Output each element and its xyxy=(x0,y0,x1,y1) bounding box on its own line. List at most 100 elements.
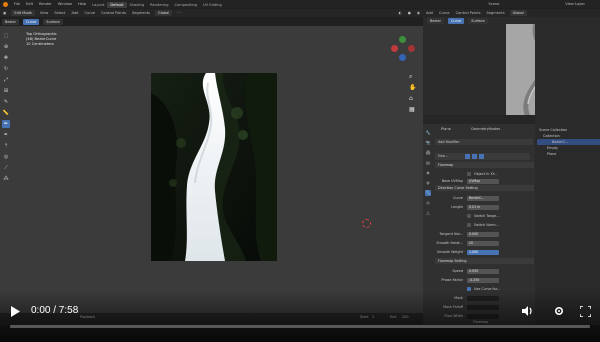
menu-file[interactable]: File xyxy=(11,0,23,8)
randomize-tool-icon[interactable]: ⁂ xyxy=(2,175,10,183)
scale-tool-icon[interactable]: ⤢ xyxy=(2,76,10,84)
rotate-tool-icon[interactable]: ↻ xyxy=(2,65,10,73)
menu-control-points[interactable]: Control Points xyxy=(98,9,129,17)
render-properties-icon[interactable]: 📷 xyxy=(425,140,431,146)
tab-surface[interactable]: Surface xyxy=(43,18,63,25)
ie-tab-bezier[interactable]: Bezier xyxy=(427,18,444,24)
workspace-tab-default[interactable]: Default xyxy=(107,1,127,8)
smooth-iterations-label: Smooth Iterat... xyxy=(436,241,463,245)
switch-normal-checkbox[interactable] xyxy=(467,223,471,227)
menu-window[interactable]: Window xyxy=(55,0,75,8)
switch-tangent-checkbox[interactable] xyxy=(467,214,471,218)
gizmo-z-axis-icon[interactable] xyxy=(399,54,406,61)
collection-label: Collection xyxy=(543,134,560,138)
grid-icon[interactable]: ▦ xyxy=(409,106,416,113)
menu-segments[interactable]: Segments xyxy=(129,9,153,17)
radius-tool-icon[interactable]: ◎ xyxy=(2,153,10,161)
image-editor-segments-menu[interactable]: Segments xyxy=(484,9,508,17)
image-editor[interactable]: Add Curve Control Points Segments Global… xyxy=(423,9,581,121)
output-properties-icon[interactable]: 🖨 xyxy=(425,150,431,156)
draw-curve-tool-icon[interactable]: ✏ xyxy=(2,120,10,128)
workspace-tab-layout[interactable]: Layout xyxy=(89,2,107,8)
move-tool-icon[interactable]: ✥ xyxy=(2,54,10,62)
smooth-iterations-field[interactable]: 20 xyxy=(467,240,499,246)
snap-icon[interactable]: ⋯ xyxy=(174,9,184,17)
object-data-icon[interactable]: △ xyxy=(425,210,431,216)
image-editor-orientation[interactable]: Global xyxy=(509,10,527,16)
image-editor-control-points-menu[interactable]: Control Points xyxy=(453,9,484,17)
image-editor-add-menu[interactable]: Add xyxy=(423,9,436,17)
menu-view[interactable]: View xyxy=(37,9,52,17)
workspace-tab-shading[interactable]: Shading xyxy=(127,2,148,8)
editor-type-icon[interactable]: ▣ xyxy=(0,9,9,17)
overlay-icon[interactable]: ◐ xyxy=(396,9,405,17)
workspace-tab-rendering[interactable]: Rendering xyxy=(147,2,171,8)
tangent-field[interactable]: 0.000 xyxy=(467,231,499,237)
modifier-properties-icon[interactable]: 🔧 xyxy=(425,190,431,196)
tab-curve[interactable]: Curve xyxy=(22,18,40,25)
view-layer-selector[interactable]: View Layer xyxy=(562,0,588,8)
tilt-tool-icon[interactable]: ⟋ xyxy=(2,164,10,172)
mode-selector[interactable]: Edit Mode xyxy=(11,10,35,16)
smooth-weight-field[interactable]: 1.000 xyxy=(467,249,499,255)
video-progress-bar[interactable] xyxy=(10,325,590,328)
image-editor-curve-menu[interactable]: Curve xyxy=(436,9,453,17)
tab-bezier[interactable]: Bezier xyxy=(2,18,19,25)
pen-tool-icon[interactable]: ✒ xyxy=(2,131,10,139)
play-icon[interactable] xyxy=(9,305,21,317)
blender-logo-icon[interactable] xyxy=(3,1,8,7)
speed-field[interactable]: 0.050 xyxy=(467,268,499,274)
ie-tab-surface[interactable]: Surface xyxy=(468,18,488,24)
world-properties-icon[interactable]: ◍ xyxy=(425,180,431,186)
physics-properties-icon[interactable]: ◎ xyxy=(425,200,431,206)
camera-icon[interactable]: ⌂ xyxy=(409,95,416,102)
annotate-tool-icon[interactable]: ✎ xyxy=(2,98,10,106)
gizmo-x-axis-icon[interactable] xyxy=(391,45,398,52)
modifier-display-icon[interactable] xyxy=(472,154,477,159)
modifier-name[interactable]: Geo... xyxy=(438,153,448,160)
speed-label: Speed xyxy=(452,269,463,273)
gizmo-y-axis-icon[interactable] xyxy=(399,36,406,43)
menu-render[interactable]: Render xyxy=(36,0,55,8)
modifier-render-icon[interactable] xyxy=(479,154,484,159)
menu-help[interactable]: Help xyxy=(75,0,89,8)
workspace-tab-compositing[interactable]: Compositing xyxy=(171,2,200,8)
ie-tab-curve[interactable]: Curve xyxy=(447,18,465,24)
pan-hand-icon[interactable]: ✋ xyxy=(409,84,416,91)
tool-properties-icon[interactable]: 🔧 xyxy=(425,130,431,136)
orientation-selector[interactable]: Global xyxy=(155,10,173,16)
curve-field[interactable]: BezierC... xyxy=(467,195,499,201)
object-name: Plane xyxy=(441,127,451,131)
outliner-row-plane[interactable]: Plane xyxy=(535,151,600,157)
cursor-tool-icon[interactable]: ⊕ xyxy=(2,43,10,51)
select-box-icon[interactable]: ⬚ xyxy=(2,32,10,40)
menu-edit[interactable]: Edit xyxy=(23,0,36,8)
transform-tool-icon[interactable]: ⊞ xyxy=(2,87,10,95)
base-uvmap-field[interactable]: UVMap xyxy=(467,178,499,184)
volume-icon[interactable] xyxy=(521,305,533,317)
flowmap-setting-section[interactable]: Flowmap Setting xyxy=(435,258,534,264)
view-layer-icon[interactable]: ▤ xyxy=(425,160,431,166)
settings-gear-icon[interactable] xyxy=(553,305,565,317)
shading-solid-icon[interactable]: ● xyxy=(405,9,414,17)
extrude-tool-icon[interactable]: ⇡ xyxy=(2,142,10,150)
measure-tool-icon[interactable]: 📏 xyxy=(2,109,10,117)
zoom-icon[interactable]: ⌕ xyxy=(409,73,416,80)
scene-properties-icon[interactable]: ◈ xyxy=(425,170,431,176)
gizmo-neg-x-axis-icon[interactable] xyxy=(408,45,415,52)
workspace-tab-uv-editing[interactable]: UV Editing xyxy=(200,2,225,8)
menu-curve[interactable]: Curve xyxy=(81,9,98,17)
direction-curve-section[interactable]: Direction Curve Setting xyxy=(435,185,534,191)
fullscreen-icon[interactable] xyxy=(579,305,591,317)
menu-add[interactable]: Add xyxy=(68,9,81,17)
phase-factor-field[interactable]: -0.250 xyxy=(467,277,499,283)
menu-select[interactable]: Select xyxy=(51,9,68,17)
shading-material-icon[interactable]: ◉ xyxy=(414,9,423,17)
object-in-xy-checkbox[interactable] xyxy=(467,172,471,176)
add-modifier-button[interactable]: Add Modifier xyxy=(435,139,533,145)
scene-selector[interactable]: Scene xyxy=(485,0,502,8)
modifier-toggle-icon[interactable] xyxy=(465,154,470,159)
3d-cursor-icon[interactable] xyxy=(362,219,371,228)
length-field[interactable]: 0.01 m xyxy=(467,204,499,210)
flowmap-panel-title[interactable]: Flowmap xyxy=(435,162,534,168)
